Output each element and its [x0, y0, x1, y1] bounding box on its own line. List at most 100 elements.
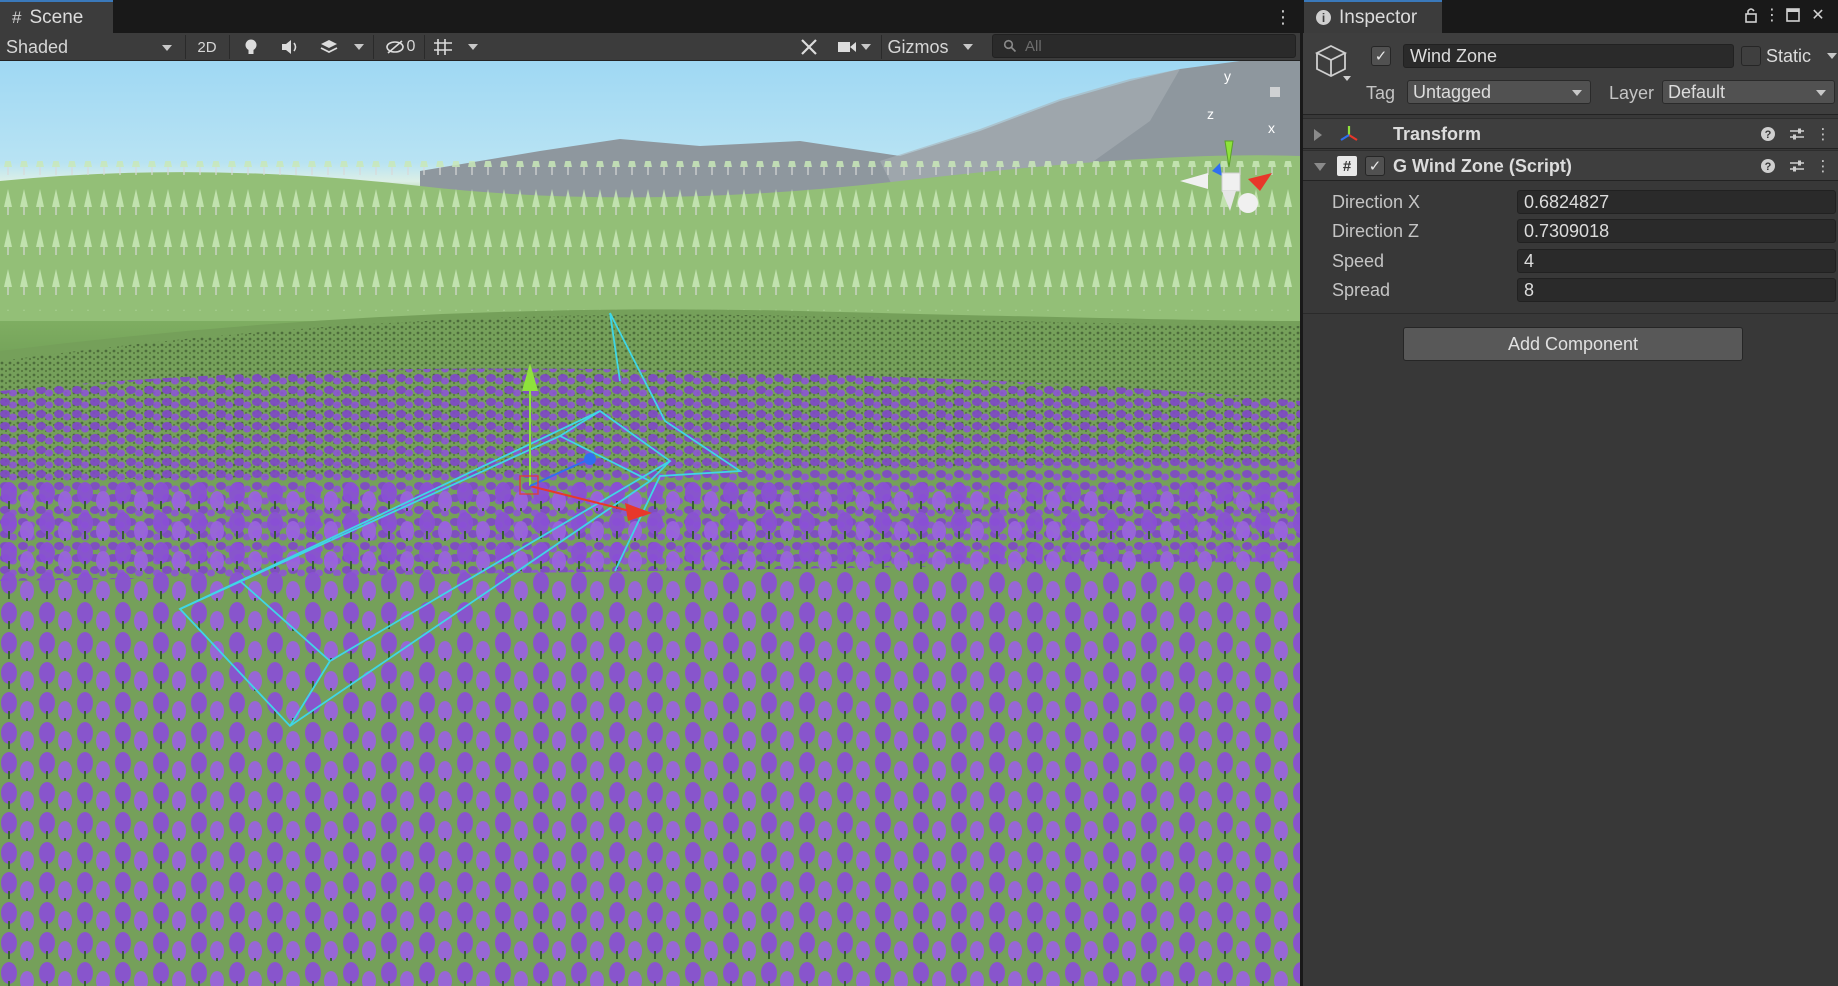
chevron-down-icon	[354, 44, 364, 50]
effects-toggle-button[interactable]	[314, 35, 344, 59]
scene-viewport[interactable]: y x z	[0, 61, 1300, 986]
toggle-2d-button[interactable]: 2D	[190, 35, 224, 59]
tag-value: Untagged	[1413, 81, 1492, 102]
gizmos-button[interactable]: Gizmos	[884, 35, 952, 59]
grid-dropdown-button[interactable]	[462, 35, 484, 59]
direction-x-field[interactable]: 0.6824827	[1517, 190, 1836, 214]
scene-visibility-button[interactable]: 0	[380, 35, 420, 59]
toolbar-divider	[229, 35, 230, 59]
kebab-menu-icon[interactable]: ⋮	[1814, 157, 1832, 175]
help-icon[interactable]: ?	[1759, 125, 1777, 143]
chevron-down-icon	[963, 44, 973, 50]
property-speed: Speed 4	[1303, 247, 1838, 275]
add-component-label: Add Component	[1507, 333, 1639, 354]
camera-button[interactable]	[834, 35, 874, 59]
preset-sliders-icon[interactable]	[1788, 157, 1806, 175]
wind-zone-title: G Wind Zone (Script)	[1393, 156, 1572, 176]
layer-dropdown[interactable]: Default	[1662, 80, 1835, 104]
effects-dropdown-button[interactable]	[348, 35, 370, 59]
toggle-2d-label: 2D	[197, 38, 217, 56]
grid-icon	[434, 39, 452, 55]
toolbar-divider	[881, 35, 882, 59]
close-icon[interactable]: ✕	[1809, 5, 1827, 25]
lighting-toggle-button[interactable]	[236, 35, 266, 59]
tag-dropdown[interactable]: Untagged	[1407, 80, 1591, 104]
add-component-button[interactable]: Add Component	[1403, 327, 1743, 361]
speed-field[interactable]: 4	[1517, 249, 1836, 273]
svg-text:?: ?	[1765, 161, 1772, 173]
property-value: 0.6824827	[1524, 192, 1610, 212]
object-header: ✓ Wind Zone Static Tag Untagged Layer De…	[1303, 33, 1838, 115]
property-value: 8	[1524, 280, 1535, 300]
tab-scene-label: Scene	[29, 6, 84, 28]
toolbar-divider	[424, 35, 425, 59]
chevron-down-icon	[162, 45, 172, 51]
lavender-near	[0, 481, 1300, 986]
panel-splitter[interactable]	[1300, 0, 1303, 986]
gizmos-label: Gizmos	[887, 36, 949, 57]
object-name-field[interactable]: Wind Zone	[1403, 44, 1734, 68]
spread-field[interactable]: 8	[1517, 278, 1836, 302]
preset-sliders-icon[interactable]	[1788, 125, 1806, 143]
speaker-icon	[282, 40, 297, 54]
static-dropdown[interactable]: Static	[1764, 44, 1838, 68]
tab-inspector-label: Inspector	[1339, 6, 1418, 28]
layer-label: Layer	[1609, 83, 1655, 103]
hidden-eye-icon	[385, 40, 404, 54]
tools-button[interactable]	[793, 35, 825, 59]
tab-scene[interactable]: # Scene	[0, 0, 113, 33]
foldout-collapsed-icon[interactable]	[1314, 129, 1322, 141]
static-checkbox[interactable]	[1741, 46, 1761, 66]
direction-z-field[interactable]: 0.7309018	[1517, 219, 1836, 243]
grid-toggle-button[interactable]	[428, 35, 458, 59]
scene-search-input[interactable]: All	[992, 34, 1296, 58]
lock-icon[interactable]	[1742, 5, 1760, 25]
wind-zone-component-header[interactable]: # ✓ G Wind Zone (Script) ? ⋮	[1303, 150, 1838, 181]
hidden-object-count: 0	[406, 38, 416, 55]
inspector-panel: i Inspector ⋮ ✕ ✓ Wind Zone Static Tag U…	[1303, 0, 1838, 986]
camera-icon	[838, 42, 856, 52]
chevron-down-icon	[1816, 90, 1826, 96]
scene-tab-bar: # Scene ⋮	[0, 0, 1300, 33]
kebab-menu-icon[interactable]: ⋮	[1274, 6, 1292, 28]
axis-y-label: y	[1224, 68, 1231, 84]
property-spread: Spread 8	[1303, 276, 1838, 304]
grid-hash-icon: #	[12, 7, 22, 27]
scene-render: y x z	[0, 61, 1300, 986]
effects-layers-icon	[320, 40, 338, 54]
maximize-icon[interactable]	[1784, 5, 1802, 25]
object-name-value: Wind Zone	[1410, 46, 1498, 66]
tag-label: Tag	[1366, 83, 1396, 103]
transform-title: Transform	[1393, 124, 1482, 144]
active-checkbox[interactable]: ✓	[1371, 46, 1391, 66]
property-label: Direction X	[1332, 192, 1421, 212]
toolbar-divider	[185, 35, 186, 59]
shading-mode-value: Shaded	[6, 36, 69, 57]
svg-text:?: ?	[1765, 129, 1772, 141]
tab-inspector[interactable]: i Inspector	[1304, 0, 1442, 33]
light-bulb-icon	[245, 39, 257, 54]
property-label: Direction Z	[1332, 221, 1420, 241]
property-direction-z: Direction Z 0.7309018	[1303, 217, 1838, 245]
chevron-down-icon	[468, 44, 478, 50]
info-icon: i	[1316, 10, 1331, 25]
axis-z-label: z	[1207, 106, 1214, 122]
script-hash-icon: #	[1337, 156, 1357, 176]
gizmos-dropdown-button[interactable]	[956, 35, 980, 59]
kebab-menu-icon[interactable]: ⋮	[1763, 5, 1781, 25]
axis-x-label: x	[1268, 120, 1275, 136]
chevron-down-icon	[861, 44, 871, 50]
audio-toggle-button[interactable]	[275, 35, 305, 59]
kebab-menu-icon[interactable]: ⋮	[1814, 125, 1832, 143]
transform-component-header[interactable]: Transform ? ⋮	[1303, 118, 1838, 149]
property-value: 4	[1524, 251, 1535, 271]
shading-mode-dropdown[interactable]: Shaded	[0, 35, 180, 59]
help-icon[interactable]: ?	[1759, 157, 1777, 175]
component-enabled-checkbox[interactable]: ✓	[1365, 156, 1385, 176]
property-value: 0.7309018	[1524, 221, 1610, 241]
transform-axes-icon	[1339, 124, 1359, 149]
scene-panel: # Scene ⋮ Shaded 2D 0 Gizmos All y x z	[0, 0, 1300, 986]
layer-value: Default	[1668, 81, 1726, 102]
foldout-expanded-icon[interactable]	[1314, 163, 1326, 171]
static-label: Static	[1766, 45, 1812, 66]
